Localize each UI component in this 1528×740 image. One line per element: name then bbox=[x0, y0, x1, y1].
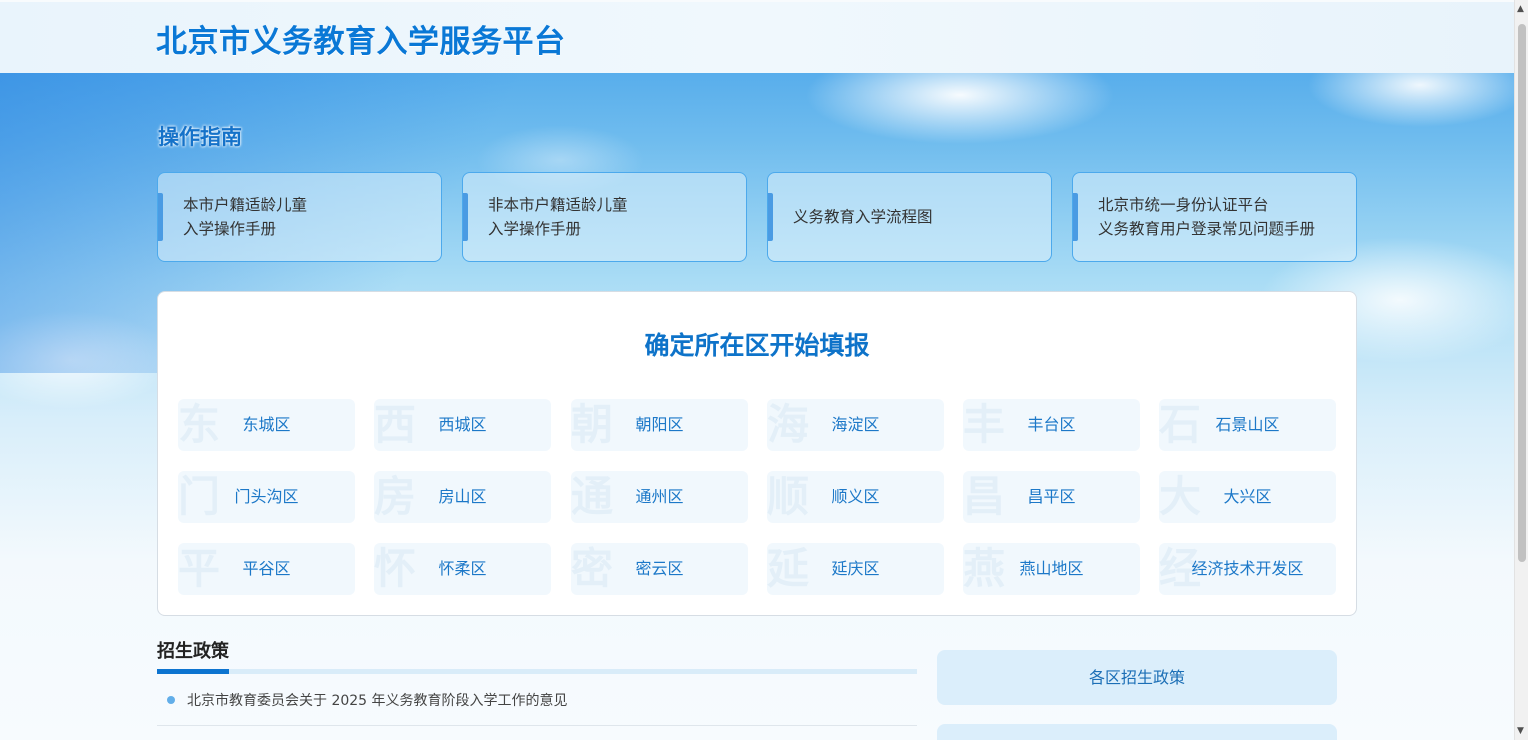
district-policy-button[interactable]: 各区招生政策 bbox=[937, 650, 1337, 705]
district-panel-title: 确定所在区开始填报 bbox=[644, 331, 870, 360]
district-button-yanshan[interactable]: 燕 燕山地区 bbox=[963, 543, 1140, 595]
guide-card-line1: 非本市户籍适龄儿童 bbox=[488, 196, 628, 214]
district-label: 顺义区 bbox=[831, 487, 880, 506]
site-title: 北京市义务教育入学服务平台 bbox=[156, 24, 566, 60]
district-button-miyun[interactable]: 密 密云区 bbox=[571, 543, 748, 595]
header: 北京市义务教育入学服务平台 bbox=[0, 0, 1514, 73]
scroll-up-arrow-icon[interactable]: ▲ bbox=[1517, 4, 1524, 14]
district-button-tongzhou[interactable]: 通 通州区 bbox=[571, 471, 748, 523]
policy-tab-underline bbox=[157, 669, 917, 674]
district-button-yanqing[interactable]: 延 延庆区 bbox=[767, 543, 944, 595]
scroll-down-arrow-icon[interactable]: ▼ bbox=[1517, 726, 1524, 736]
district-label: 怀柔区 bbox=[438, 559, 487, 578]
scrollbar-thumb[interactable] bbox=[1518, 24, 1526, 562]
district-label: 大兴区 bbox=[1223, 487, 1272, 506]
district-label: 西城区 bbox=[438, 415, 487, 434]
district-button-xicheng[interactable]: 西 西城区 bbox=[374, 399, 551, 451]
guide-card-login-faq[interactable]: 北京市统一身份认证平台 义务教育用户登录常见问题手册 bbox=[1072, 172, 1357, 262]
district-button-huairou[interactable]: 怀 怀柔区 bbox=[374, 543, 551, 595]
card-accent-bar bbox=[158, 193, 163, 241]
district-label: 房山区 bbox=[438, 487, 487, 506]
card-accent-bar bbox=[1073, 193, 1078, 241]
district-button-econ-dev-zone[interactable]: 经 经济技术开发区 bbox=[1159, 543, 1336, 595]
district-button-changping[interactable]: 昌 昌平区 bbox=[963, 471, 1140, 523]
district-label: 门头沟区 bbox=[234, 487, 299, 506]
sidebar-button-partial[interactable] bbox=[937, 724, 1337, 740]
district-label: 经济技术开发区 bbox=[1191, 559, 1304, 578]
district-button-pinggu[interactable]: 平 平谷区 bbox=[178, 543, 355, 595]
district-button-dongcheng[interactable]: 东 东城区 bbox=[178, 399, 355, 451]
policy-item-title: 北京市教育委员会关于 2025 年义务教育阶段入学工作的意见 bbox=[187, 693, 568, 709]
guide-card-local-household[interactable]: 本市户籍适龄儿童 入学操作手册 bbox=[157, 172, 442, 262]
district-label: 朝阳区 bbox=[635, 415, 684, 434]
district-button-haidian[interactable]: 海 海淀区 bbox=[767, 399, 944, 451]
district-button-chaoyang[interactable]: 朝 朝阳区 bbox=[571, 399, 748, 451]
card-accent-bar bbox=[768, 193, 773, 241]
guide-section-title: 操作指南 bbox=[158, 124, 242, 149]
district-label: 丰台区 bbox=[1027, 415, 1076, 434]
policy-section-title: 招生政策 bbox=[157, 641, 229, 662]
guide-card-line1: 义务教育入学流程图 bbox=[793, 208, 933, 226]
page-background: 北京市义务教育入学服务平台 操作指南 本市户籍适龄儿童 入学操作手册 非本市户籍… bbox=[0, 0, 1514, 740]
guide-card-line2: 入学操作手册 bbox=[488, 220, 582, 238]
district-label: 延庆区 bbox=[831, 559, 880, 578]
district-panel: 确定所在区开始填报 东 东城区 西 西城区 朝 朝阳区 海 海淀区 丰 丰台区 … bbox=[157, 291, 1357, 616]
district-button-shunyi[interactable]: 顺 顺义区 bbox=[767, 471, 944, 523]
district-label: 东城区 bbox=[242, 415, 291, 434]
bullet-icon bbox=[167, 696, 175, 704]
policy-list-item[interactable]: 北京市教育委员会关于 2025 年义务教育阶段入学工作的意见 bbox=[157, 686, 917, 726]
guide-card-line2: 入学操作手册 bbox=[183, 220, 277, 238]
district-label: 密云区 bbox=[635, 559, 684, 578]
district-label: 石景山区 bbox=[1215, 415, 1280, 434]
district-button-shijingshan[interactable]: 石 石景山区 bbox=[1159, 399, 1336, 451]
guide-card-line1: 本市户籍适龄儿童 bbox=[183, 196, 308, 214]
guide-card-line1: 北京市统一身份认证平台 bbox=[1098, 196, 1269, 214]
district-label: 平谷区 bbox=[242, 559, 291, 578]
district-label: 昌平区 bbox=[1027, 487, 1076, 506]
vertical-scrollbar[interactable]: ▲ ▼ bbox=[1514, 0, 1528, 740]
policy-tab-active-indicator bbox=[157, 669, 229, 674]
guide-card-flowchart[interactable]: 义务教育入学流程图 bbox=[767, 172, 1052, 262]
district-button-fangshan[interactable]: 房 房山区 bbox=[374, 471, 551, 523]
card-accent-bar bbox=[463, 193, 468, 241]
guide-card-nonlocal-household[interactable]: 非本市户籍适龄儿童 入学操作手册 bbox=[462, 172, 747, 262]
district-button-fengtai[interactable]: 丰 丰台区 bbox=[963, 399, 1140, 451]
district-label: 通州区 bbox=[635, 487, 684, 506]
guide-card-line2: 义务教育用户登录常见问题手册 bbox=[1098, 220, 1316, 238]
district-label: 燕山地区 bbox=[1019, 559, 1084, 578]
district-label: 海淀区 bbox=[831, 415, 880, 434]
district-button-mentougou[interactable]: 门 门头沟区 bbox=[178, 471, 355, 523]
district-button-daxing[interactable]: 大 大兴区 bbox=[1159, 471, 1336, 523]
